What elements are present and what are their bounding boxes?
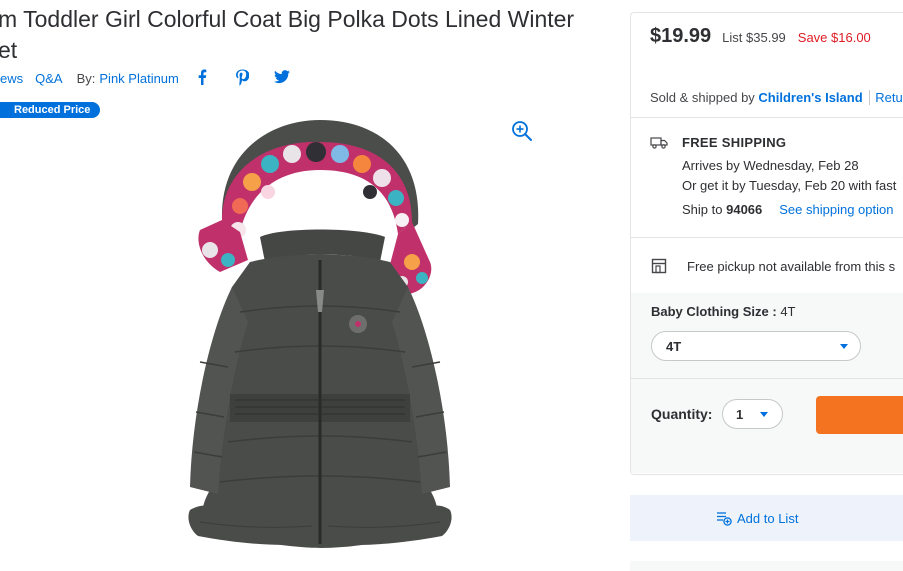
product-image[interactable] bbox=[140, 112, 500, 567]
size-select[interactable]: 4T bbox=[651, 331, 861, 361]
sold-by-row: Sold & shipped by Children's Island Retu… bbox=[650, 90, 903, 105]
size-label-value: 4T bbox=[780, 304, 796, 319]
ship-to-label: Ship to bbox=[682, 202, 723, 217]
zoom-in-icon[interactable] bbox=[511, 120, 533, 142]
size-select-value: 4T bbox=[666, 338, 682, 354]
size-label: Baby Clothing Size : 4T bbox=[651, 304, 796, 319]
reduced-price-badge: Reduced Price bbox=[0, 102, 101, 118]
add-to-list-icon bbox=[717, 512, 732, 526]
variant-area bbox=[631, 293, 903, 473]
divider bbox=[631, 117, 903, 118]
product-title-line-2: et bbox=[0, 37, 18, 63]
twitter-icon[interactable] bbox=[271, 66, 293, 88]
free-shipping-title: FREE SHIPPING bbox=[682, 135, 787, 150]
size-label-name: Baby Clothing Size bbox=[651, 304, 769, 319]
quantity-select[interactable]: 1 bbox=[722, 399, 783, 429]
seller-link[interactable]: Children's Island bbox=[758, 90, 862, 105]
pickup-availability: Free pickup not available from this s bbox=[687, 259, 896, 274]
arrival-date: Arrives by Wednesday, Feb 28 bbox=[682, 158, 859, 173]
quantity-value: 1 bbox=[736, 406, 744, 422]
zip-code[interactable]: 94066 bbox=[726, 202, 762, 217]
product-meta-row: ews Q&A By: Pink Platinum bbox=[0, 69, 179, 87]
fast-delivery-text: Or get it by Tuesday, Feb 20 with fast bbox=[682, 178, 897, 193]
brand-link[interactable]: Pink Platinum bbox=[99, 71, 178, 86]
pinterest-icon[interactable] bbox=[231, 66, 253, 88]
qa-link[interactable]: Q&A bbox=[35, 71, 62, 86]
by-label: By: bbox=[76, 70, 96, 86]
offer-panel: $19.99 List $35.99 Save $16.00 Sold & sh… bbox=[630, 12, 903, 475]
add-to-cart-button[interactable] bbox=[816, 396, 903, 434]
chevron-down-icon bbox=[840, 344, 848, 349]
add-to-list-label: Add to List bbox=[737, 510, 799, 526]
chevron-down-icon bbox=[760, 412, 768, 417]
divider bbox=[631, 378, 903, 379]
current-price: $19.99 bbox=[650, 25, 712, 47]
add-to-list-button[interactable]: Add to List bbox=[630, 495, 903, 541]
sold-by-label: Sold & shipped by bbox=[650, 90, 755, 105]
savings-amount: Save $16.00 bbox=[797, 30, 871, 45]
returns-link[interactable]: Return bbox=[869, 90, 903, 105]
shipping-options-link[interactable]: See shipping option bbox=[779, 202, 893, 217]
facebook-icon[interactable] bbox=[191, 66, 213, 88]
list-price: List $35.99 bbox=[722, 30, 786, 45]
ship-to-row: Ship to 94066 See shipping option bbox=[682, 202, 893, 217]
product-title: m Toddler Girl Colorful Coat Big Polka D… bbox=[0, 4, 598, 66]
truck-icon bbox=[650, 137, 668, 149]
reviews-link[interactable]: ews bbox=[0, 71, 23, 86]
product-title-line-1: m Toddler Girl Colorful Coat Big Polka D… bbox=[0, 6, 575, 32]
divider bbox=[631, 237, 903, 238]
store-icon bbox=[651, 258, 667, 274]
quantity-label: Quantity: bbox=[651, 406, 713, 422]
size-label-separator: : bbox=[772, 304, 777, 319]
price-row: $19.99 List $35.99 Save $16.00 bbox=[650, 25, 871, 48]
bottom-strip bbox=[630, 561, 903, 571]
